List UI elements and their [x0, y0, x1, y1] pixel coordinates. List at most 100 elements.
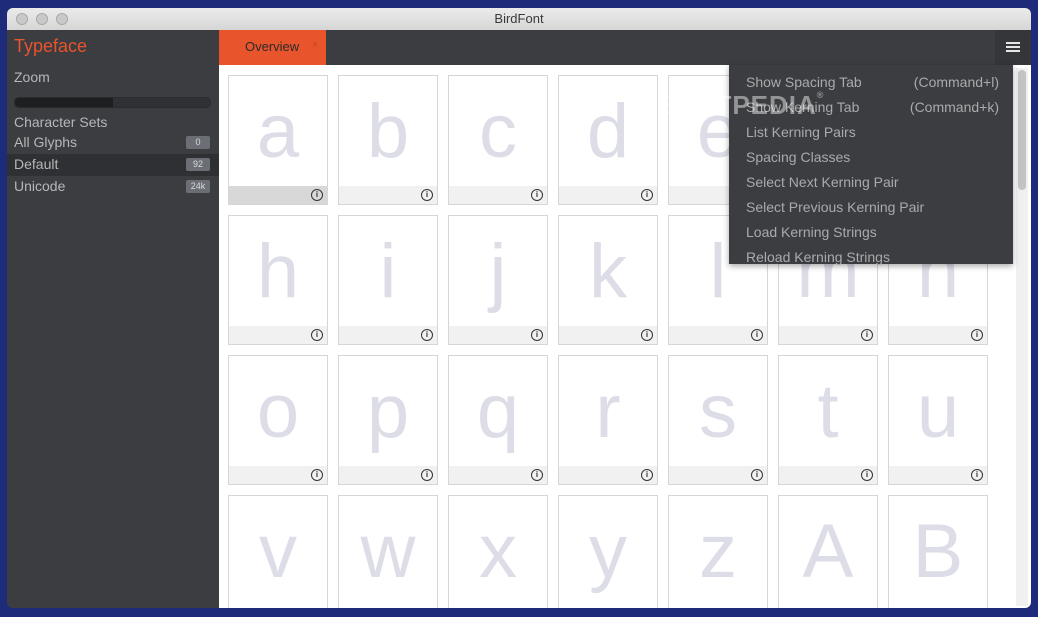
info-icon[interactable]: i: [311, 469, 323, 481]
glyph-cell-footer: i: [229, 466, 327, 484]
glyph-cell[interactable]: x: [448, 495, 548, 608]
zoom-label: Zoom: [14, 69, 50, 85]
glyph-cell[interactable]: qi: [448, 355, 548, 485]
hamburger-menu-icon[interactable]: [995, 30, 1031, 65]
menu-item[interactable]: Select Next Kerning Pair: [729, 170, 1013, 195]
glyph-cell[interactable]: w: [338, 495, 438, 608]
glyph-preview: h: [256, 229, 300, 314]
menu-line: [1006, 46, 1020, 48]
glyph-preview: A: [802, 509, 854, 594]
glyph-cell[interactable]: A: [778, 495, 878, 608]
character-set-unicode[interactable]: Unicode 24k: [7, 176, 219, 198]
menu-item-label: Select Next Kerning Pair: [746, 174, 899, 190]
glyph-preview: q: [476, 369, 520, 454]
glyph-cell-footer: i: [559, 466, 657, 484]
menu-item-shortcut: (Command+k): [909, 99, 999, 115]
info-icon[interactable]: i: [971, 469, 983, 481]
glyph-preview: z: [699, 509, 737, 594]
info-icon[interactable]: i: [751, 329, 763, 341]
info-icon[interactable]: i: [531, 189, 543, 201]
glyph-cell-footer: i: [559, 186, 657, 204]
character-set-name: All Glyphs: [14, 134, 78, 150]
glyph-cell[interactable]: pi: [338, 355, 438, 485]
watermark-text: SOFTPEDIA: [659, 90, 817, 120]
info-icon[interactable]: i: [311, 189, 323, 201]
info-icon[interactable]: i: [971, 329, 983, 341]
character-set-count: 24k: [186, 180, 210, 193]
menu-item-label: Spacing Classes: [746, 149, 851, 165]
character-set-name: Default: [14, 156, 59, 172]
glyph-cell-footer: i: [449, 466, 547, 484]
info-icon[interactable]: i: [421, 329, 433, 341]
menu-item[interactable]: Reload Kerning Strings: [729, 245, 1013, 270]
glyph-cell[interactable]: ri: [558, 355, 658, 485]
info-icon[interactable]: i: [751, 469, 763, 481]
info-icon[interactable]: i: [531, 469, 543, 481]
info-icon[interactable]: i: [861, 469, 873, 481]
character-set-count: 92: [186, 158, 210, 171]
glyph-preview: s: [699, 369, 737, 454]
info-icon[interactable]: i: [861, 329, 873, 341]
zoom-slider[interactable]: [14, 97, 211, 108]
glyph-cell[interactable]: B: [888, 495, 988, 608]
character-set-all-glyphs[interactable]: All Glyphs 0: [7, 132, 219, 154]
glyph-cell-footer: i: [339, 186, 437, 204]
glyph-cell-footer: i: [669, 326, 767, 344]
glyph-cell[interactable]: v: [228, 495, 328, 608]
glyph-cell-footer: i: [669, 466, 767, 484]
glyph-cell[interactable]: z: [668, 495, 768, 608]
glyph-preview: o: [256, 369, 300, 454]
menu-item-label: List Kerning Pairs: [746, 124, 856, 140]
character-sets-label: Character Sets: [14, 114, 108, 130]
character-set-default[interactable]: Default 92: [7, 154, 219, 176]
info-icon[interactable]: i: [421, 189, 433, 201]
glyph-cell[interactable]: ii: [338, 215, 438, 345]
glyph-cell[interactable]: ui: [888, 355, 988, 485]
glyph-cell[interactable]: oi: [228, 355, 328, 485]
softpedia-watermark: SOFTPEDIA®: [659, 90, 824, 121]
tab-overview[interactable]: Overview ×: [219, 30, 326, 65]
info-icon[interactable]: i: [531, 329, 543, 341]
glyph-cell[interactable]: ai: [228, 75, 328, 205]
glyph-cell[interactable]: di: [558, 75, 658, 205]
glyph-cell[interactable]: ti: [778, 355, 878, 485]
menu-item[interactable]: List Kerning Pairs: [729, 120, 1013, 145]
glyph-cell[interactable]: y: [558, 495, 658, 608]
menu-item-shortcut: (Command+l): [913, 74, 999, 90]
vertical-scrollbar[interactable]: [1016, 68, 1028, 606]
glyph-preview: y: [589, 509, 627, 594]
glyph-cell[interactable]: bi: [338, 75, 438, 205]
info-icon[interactable]: i: [311, 329, 323, 341]
glyph-cell[interactable]: ki: [558, 215, 658, 345]
glyph-cell-footer: i: [339, 466, 437, 484]
glyph-cell[interactable]: hi: [228, 215, 328, 345]
menu-item[interactable]: Select Previous Kerning Pair: [729, 195, 1013, 220]
glyph-preview: r: [595, 369, 621, 454]
scrollbar-thumb[interactable]: [1018, 70, 1026, 190]
glyph-preview: b: [366, 89, 410, 174]
glyph-cell[interactable]: ji: [448, 215, 548, 345]
window-title: BirdFont: [494, 11, 544, 26]
zoom-slider-fill: [15, 98, 113, 107]
glyph-preview: u: [916, 369, 960, 454]
sidebar-title: Typeface: [14, 36, 88, 56]
glyph-preview: v: [259, 509, 297, 594]
character-set-count: 0: [186, 136, 210, 149]
info-icon[interactable]: i: [421, 469, 433, 481]
glyph-cell-footer: i: [339, 326, 437, 344]
glyph-preview: x: [479, 509, 517, 594]
glyph-preview: k: [589, 229, 627, 314]
glyph-cell-footer: i: [559, 326, 657, 344]
info-icon[interactable]: i: [641, 469, 653, 481]
menu-line: [1006, 42, 1020, 44]
glyph-cell-footer: i: [449, 186, 547, 204]
character-set-name: Unicode: [14, 178, 66, 194]
info-icon[interactable]: i: [641, 329, 653, 341]
glyph-cell-footer: i: [889, 466, 987, 484]
close-tab-icon[interactable]: ×: [312, 39, 318, 51]
glyph-cell[interactable]: si: [668, 355, 768, 485]
glyph-cell[interactable]: ci: [448, 75, 548, 205]
info-icon[interactable]: i: [641, 189, 653, 201]
menu-item[interactable]: Load Kerning Strings: [729, 220, 1013, 245]
menu-item[interactable]: Spacing Classes: [729, 145, 1013, 170]
